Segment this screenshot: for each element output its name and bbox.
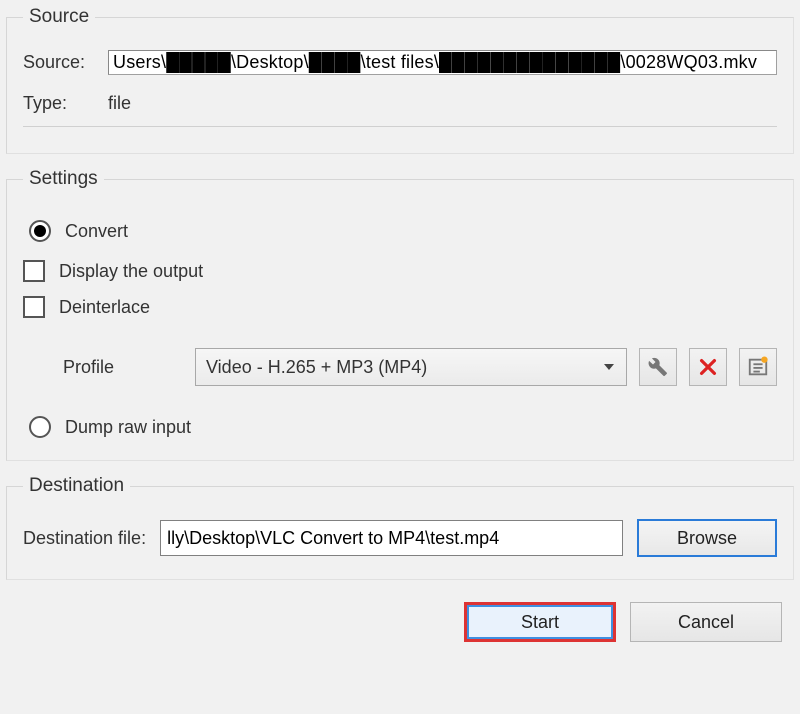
edit-profile-button[interactable] [639,348,677,386]
display-output-checkbox[interactable] [23,260,45,282]
start-button[interactable]: Start [464,602,616,642]
new-profile-icon [747,356,769,378]
browse-button[interactable]: Browse [637,519,777,557]
deinterlace-checkbox[interactable] [23,296,45,318]
dump-raw-radio[interactable] [29,416,51,438]
dump-raw-label: Dump raw input [65,417,191,438]
profile-select-value: Video - H.265 + MP3 (MP4) [206,357,427,378]
destination-input[interactable] [160,520,623,556]
display-output-row[interactable]: Display the output [23,260,777,282]
source-label: Source: [23,52,108,73]
deinterlace-label: Deinterlace [59,297,150,318]
destination-fieldset: Destination Destination file: Browse [6,475,794,580]
deinterlace-row[interactable]: Deinterlace [23,296,777,318]
new-profile-button[interactable] [739,348,777,386]
button-bar: Start Cancel [6,594,794,642]
type-value: file [108,93,131,114]
delete-icon [697,356,719,378]
destination-label: Destination file: [23,528,146,549]
delete-profile-button[interactable] [689,348,727,386]
display-output-label: Display the output [59,261,203,282]
destination-row: Destination file: Browse [23,519,777,557]
profile-select[interactable]: Video - H.265 + MP3 (MP4) [195,348,627,386]
convert-radio-label: Convert [65,221,128,242]
profile-row: Profile Video - H.265 + MP3 (MP4) [63,348,777,386]
destination-legend: Destination [23,475,130,497]
convert-radio-row[interactable]: Convert [29,220,777,242]
source-fieldset: Source Source: Type: file [6,6,794,154]
convert-radio[interactable] [29,220,51,242]
wrench-icon [648,357,668,377]
chevron-down-icon [604,364,614,370]
type-label: Type: [23,93,108,114]
settings-fieldset: Settings Convert Display the output Dein… [6,168,794,461]
cancel-button[interactable]: Cancel [630,602,782,642]
type-row: Type: file [23,93,777,127]
profile-label: Profile [63,357,183,378]
source-input[interactable] [108,50,777,75]
dump-raw-radio-row[interactable]: Dump raw input [29,416,777,438]
source-row: Source: [23,50,777,75]
source-legend: Source [23,6,95,28]
settings-legend: Settings [23,168,104,190]
